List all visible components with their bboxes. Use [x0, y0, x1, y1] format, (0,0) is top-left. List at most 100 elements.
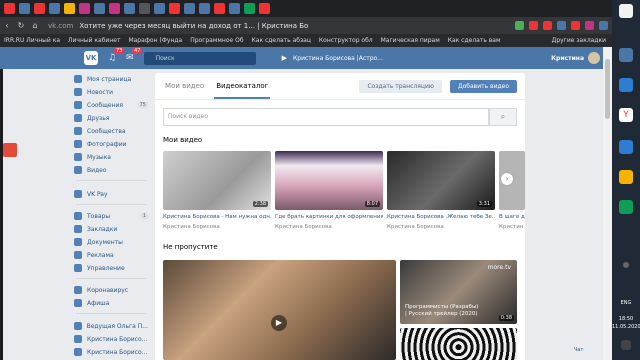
sidebar-item-group[interactable]: Ведущая Ольга П...: [74, 320, 148, 332]
video-thumbnail[interactable]: [400, 328, 517, 360]
sidebar-item-news[interactable]: Новости: [74, 86, 148, 98]
sidebar-item-vkpay[interactable]: VK Pay: [74, 188, 148, 200]
search-icon[interactable]: ⌕: [489, 108, 517, 126]
extension-icon[interactable]: [515, 21, 524, 30]
tab-favicon-icon[interactable]: [184, 3, 195, 14]
sidebar-item-groups[interactable]: Сообщества: [74, 125, 148, 137]
desktop-app-icon[interactable]: [3, 143, 17, 157]
tab-favicon-icon[interactable]: [259, 3, 270, 14]
tab-favicon-icon[interactable]: [229, 3, 240, 14]
tab-favicon-icon[interactable]: [169, 3, 180, 14]
notifications-icon[interactable]: ♫ 73: [108, 48, 125, 63]
tab-favicon-icon[interactable]: [199, 3, 210, 14]
extension-icon[interactable]: [571, 21, 580, 30]
bookmark-item[interactable]: IRR.RU Личный ка: [4, 37, 60, 44]
sidebar-item-manage[interactable]: Управление: [74, 262, 148, 274]
network-icon[interactable]: [623, 262, 629, 268]
extension-icon[interactable]: [529, 21, 538, 30]
tab-favicon-icon[interactable]: [94, 3, 105, 14]
back-icon[interactable]: ‹: [0, 21, 14, 30]
sidebar-item-my-page[interactable]: Моя страница: [74, 73, 148, 85]
chrome-icon[interactable]: [619, 4, 633, 18]
chevron-right-icon[interactable]: ›: [501, 173, 513, 185]
sidebar-item-ads[interactable]: Реклама: [74, 249, 148, 261]
bookmark-item[interactable]: Программное Об: [190, 37, 243, 44]
tab-favicon-icon[interactable]: [79, 3, 90, 14]
page-scrollbar[interactable]: [603, 47, 612, 360]
sidebar-item-bookmarks[interactable]: Закладки: [74, 223, 148, 235]
bookmark-item[interactable]: Личный кабинет: [68, 37, 120, 44]
extension-icon[interactable]: [599, 21, 608, 30]
video-thumbnail[interactable]: 8:07: [275, 151, 383, 210]
sidebar-item-friends[interactable]: Друзья: [74, 112, 148, 124]
tab-favicon-icon[interactable]: [139, 3, 150, 14]
url-field[interactable]: vk.com: [48, 22, 73, 30]
tab-favicon-icon[interactable]: [64, 3, 75, 14]
tab-favicon-icon[interactable]: [154, 3, 165, 14]
yandex-icon[interactable]: Y: [619, 108, 633, 122]
video-author[interactable]: Кристин: [499, 224, 525, 230]
now-playing[interactable]: Кристина Борисова |Астро...: [293, 55, 383, 62]
sidebar-item-coronavirus[interactable]: Коронавирус: [74, 284, 148, 296]
sidebar-item-messages[interactable]: Сообщения 75: [74, 99, 148, 111]
scrollbar-thumb[interactable]: [605, 59, 610, 119]
bookmark-item[interactable]: Как сделать абзац: [252, 37, 311, 44]
avatar[interactable]: [588, 52, 600, 64]
video-thumbnail[interactable]: 2:38: [163, 151, 271, 210]
sidebar-item-docs[interactable]: Документы: [74, 236, 148, 248]
extension-icon[interactable]: [543, 21, 552, 30]
extension-icon[interactable]: [557, 21, 566, 30]
sidebar-item-music[interactable]: Музыка: [74, 151, 148, 163]
reload-icon[interactable]: ↻: [14, 21, 28, 30]
video-author[interactable]: Кристина Борисова: [163, 224, 220, 230]
featured-video-thumbnail[interactable]: ▶: [163, 260, 396, 360]
tab-favicon-icon[interactable]: [49, 3, 60, 14]
sidebar-item-photos[interactable]: Фотографии: [74, 138, 148, 150]
user-name[interactable]: Кристина: [551, 55, 584, 62]
video-title[interactable]: В шаге д: [499, 214, 525, 220]
notifications-icon[interactable]: [621, 340, 631, 350]
tab-favicon-icon[interactable]: [34, 3, 45, 14]
folder-icon[interactable]: [619, 170, 633, 184]
sidebar-item-group[interactable]: Кристина Борисо...: [74, 346, 148, 358]
app-icon[interactable]: [619, 48, 633, 62]
video-author[interactable]: Кристина Борисова: [275, 224, 332, 230]
messages-icon[interactable]: ✉ 47: [126, 48, 143, 63]
play-icon[interactable]: ▶: [282, 54, 287, 62]
extension-icon[interactable]: [585, 21, 594, 30]
clock-date[interactable]: 11.05.2020: [612, 324, 640, 330]
video-title[interactable]: Где брать картинки для оформления...: [275, 214, 383, 220]
video-title[interactable]: Кристина Борисова ,Желаю тебе Зе...: [387, 214, 495, 220]
vk-search-input[interactable]: Поиск: [143, 51, 256, 65]
other-bookmarks[interactable]: Другие закладки: [552, 37, 612, 44]
bookmark-item[interactable]: Конструктор обл: [319, 37, 373, 44]
clock-time[interactable]: 18:50: [612, 316, 640, 322]
home-icon[interactable]: ⌂: [28, 21, 42, 30]
bookmark-item[interactable]: Магическая пирам: [381, 37, 440, 44]
app-icon[interactable]: [619, 200, 633, 214]
video-thumbnail[interactable]: 3:31: [387, 151, 495, 210]
sidebar-item-goods[interactable]: Товары 1: [74, 210, 148, 222]
sidebar-item-afisha[interactable]: Афиша: [74, 297, 148, 309]
bookmark-item[interactable]: Как сделать вам: [448, 37, 501, 44]
video-title[interactable]: Кристина Борисова - Нам нужна одн...: [163, 214, 271, 220]
add-video-button[interactable]: Добавить видео: [449, 79, 517, 93]
sidebar-item-group[interactable]: Кристина Борисо...: [74, 333, 148, 345]
tab-my-videos[interactable]: Мои видео: [163, 73, 206, 99]
tab-favicon-icon[interactable]: [124, 3, 135, 14]
tab-favicon-icon[interactable]: [244, 3, 255, 14]
vk-logo[interactable]: VK: [84, 51, 98, 65]
video-thumbnail[interactable]: more.tv Программисты (Разрабы) | Русский…: [400, 260, 517, 324]
app-icon[interactable]: [619, 78, 633, 92]
play-icon[interactable]: ▶: [271, 315, 287, 331]
tab-favicon-icon[interactable]: [109, 3, 120, 14]
sidebar-item-video[interactable]: Видео: [74, 164, 148, 176]
tab-favicon-icon[interactable]: [214, 3, 225, 14]
app-icon[interactable]: [619, 140, 633, 154]
tab-favicon-icon[interactable]: [4, 3, 15, 14]
video-author[interactable]: Кристина Борисова: [387, 224, 444, 230]
video-search-input[interactable]: Поиск видео: [163, 108, 489, 126]
bookmark-item[interactable]: Марафон (Фунда: [128, 37, 182, 44]
create-stream-button[interactable]: Создать трансляцию: [359, 79, 442, 93]
chat-button[interactable]: Чат: [574, 347, 583, 353]
